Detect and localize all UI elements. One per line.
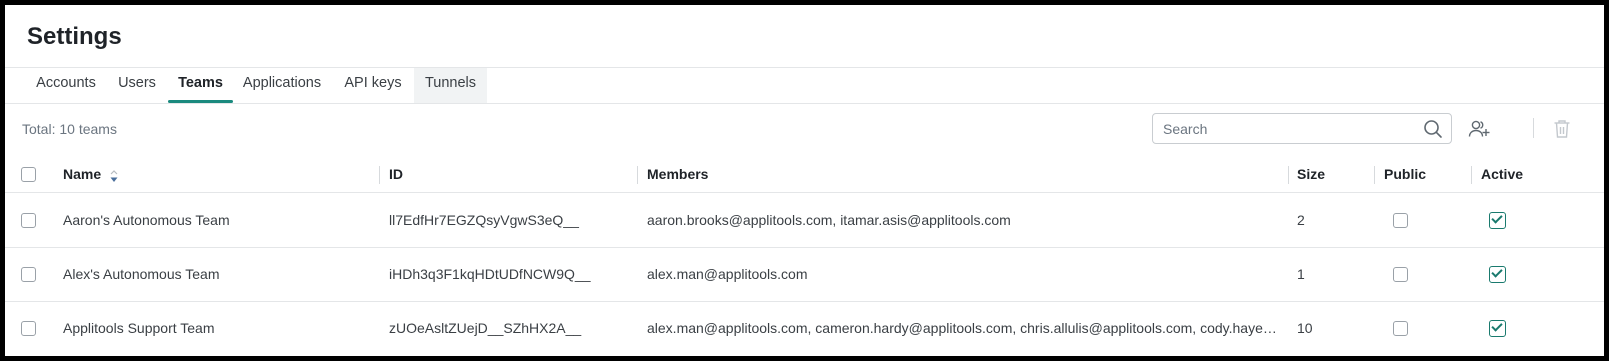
table-row[interactable]: Aaron's Autonomous Team ll7EdfHr7EGZQsyV… xyxy=(5,194,1604,248)
tab-users[interactable]: Users xyxy=(109,68,165,103)
tab-applications[interactable]: Applications xyxy=(235,68,329,103)
page-title: Settings xyxy=(27,23,122,50)
team-members: aaron.brooks@applitools.com, itamar.asis… xyxy=(647,212,1011,228)
row-select-checkbox[interactable] xyxy=(21,267,36,282)
public-checkbox[interactable] xyxy=(1393,213,1408,228)
row-select-checkbox[interactable] xyxy=(21,213,36,228)
row-select-checkbox[interactable] xyxy=(21,321,36,336)
column-header-public[interactable]: Public xyxy=(1384,166,1426,182)
tab-api-keys[interactable]: API keys xyxy=(334,68,412,103)
team-size: 1 xyxy=(1297,266,1305,282)
team-size: 10 xyxy=(1297,320,1313,336)
public-checkbox[interactable] xyxy=(1393,321,1408,336)
column-divider xyxy=(1374,166,1375,184)
search-box xyxy=(1152,113,1452,144)
table-row[interactable]: Alex's Autonomous Team iHDh3q3F1kqHDtUDf… xyxy=(5,248,1604,302)
team-id: iHDh3q3F1kqHDtUDfNCW9Q__ xyxy=(389,266,591,282)
table-row[interactable]: Applitools Support Team zUOeAsltZUejD__S… xyxy=(5,302,1604,356)
column-header-members[interactable]: Members xyxy=(647,166,708,182)
column-divider xyxy=(1288,166,1289,184)
active-checkbox[interactable] xyxy=(1489,266,1506,283)
team-name: Applitools Support Team xyxy=(63,320,215,336)
trash-icon[interactable] xyxy=(1550,117,1574,141)
team-id: ll7EdfHr7EGZQsyVgwS3eQ__ xyxy=(389,212,579,228)
add-users-icon[interactable] xyxy=(1467,117,1491,141)
sort-descending-icon[interactable] xyxy=(109,169,119,188)
column-divider xyxy=(1471,166,1472,184)
search-input[interactable] xyxy=(1163,118,1413,140)
column-divider xyxy=(379,166,380,184)
tab-tunnels[interactable]: Tunnels xyxy=(414,68,487,103)
team-members: alex.man@applitools.com, cameron.hardy@a… xyxy=(647,320,1283,336)
toolbar-divider xyxy=(1533,118,1534,138)
tab-teams[interactable]: Teams xyxy=(168,68,233,103)
team-size: 2 xyxy=(1297,212,1305,228)
column-header-name[interactable]: Name xyxy=(63,166,101,182)
active-checkbox[interactable] xyxy=(1489,212,1506,229)
team-name: Alex's Autonomous Team xyxy=(63,266,220,282)
team-name: Aaron's Autonomous Team xyxy=(63,212,230,228)
settings-window: Settings Accounts Users Teams Applicatio… xyxy=(5,5,1604,356)
team-members: alex.man@applitools.com xyxy=(647,266,808,282)
active-checkbox[interactable] xyxy=(1489,320,1506,337)
column-divider xyxy=(637,166,638,184)
table-header: Name ID Members Size Public Active xyxy=(5,155,1604,193)
team-id: zUOeAsltZUejD__SZhHX2A__ xyxy=(389,320,582,336)
tab-accounts[interactable]: Accounts xyxy=(25,68,107,103)
select-all-checkbox[interactable] xyxy=(21,167,36,182)
tab-bar: Accounts Users Teams Applications API ke… xyxy=(5,67,1604,104)
search-icon[interactable] xyxy=(1423,119,1443,144)
column-header-active[interactable]: Active xyxy=(1481,166,1523,182)
column-header-size[interactable]: Size xyxy=(1297,166,1325,182)
total-count: Total: 10 teams xyxy=(22,121,117,137)
public-checkbox[interactable] xyxy=(1393,267,1408,282)
column-header-id[interactable]: ID xyxy=(389,166,403,182)
